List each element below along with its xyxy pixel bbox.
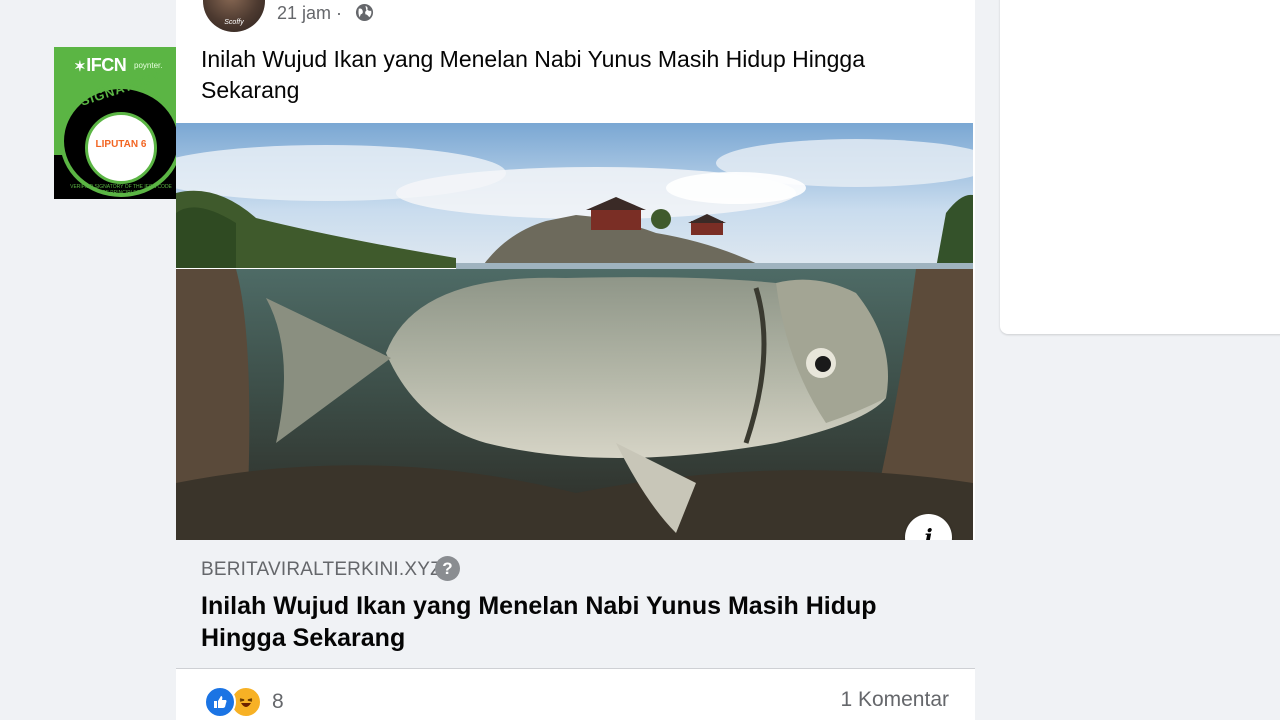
laughing-face-icon <box>239 698 253 707</box>
link-domain: BERITAVIRALTERKINI.XYZ <box>201 559 442 580</box>
badge-inner-circle: LIPUTAN 6 <box>85 112 157 184</box>
avatar-caption: Scoffy <box>224 19 244 26</box>
avatar[interactable]: Scoffy <box>203 0 265 32</box>
post-image[interactable] <box>176 123 973 540</box>
ifcn-signatory-badge: ✶IFCN poynter. SIGNATORY LIPUTAN 6 VERIF… <box>54 47 188 199</box>
post-timestamp[interactable]: 21 jam · <box>277 3 342 24</box>
like-reaction-icon <box>204 686 236 718</box>
help-icon[interactable]: ? <box>435 556 460 581</box>
globe-icon <box>355 3 374 22</box>
right-sidebar-panel <box>1000 0 1280 334</box>
post-header: Scoffy 21 jam · <box>176 0 975 40</box>
link-preview[interactable]: BERITAVIRALTERKINI.XYZ ? Inilah Wujud Ik… <box>176 540 975 669</box>
facebook-post: Scoffy 21 jam · Inilah Wujud Ikan yang M… <box>176 0 975 720</box>
link-title[interactable]: Inilah Wujud Ikan yang Menelan Nabi Yunu… <box>201 590 951 654</box>
timestamp-text: 21 jam <box>277 3 332 23</box>
ifcn-logo-text: IFCN <box>86 55 127 75</box>
comment-count[interactable]: 1 Komentar <box>840 688 949 712</box>
liputan6-logo: LIPUTAN 6 <box>95 139 147 150</box>
thumbs-up-icon <box>214 696 227 708</box>
reactions-summary[interactable]: 8 <box>204 686 284 718</box>
timestamp-separator: · <box>336 3 343 23</box>
reaction-count: 8 <box>272 690 284 713</box>
fish-island-photo <box>176 123 973 540</box>
star-icon: ✶ <box>74 58 86 74</box>
badge-small-text: VERIFIED SIGNATORY OF THE IFCN CODE OF P… <box>70 184 172 196</box>
post-text: Inilah Wujud Ikan yang Menelan Nabi Yunu… <box>201 46 866 103</box>
ifcn-logo: ✶IFCN <box>74 55 127 76</box>
